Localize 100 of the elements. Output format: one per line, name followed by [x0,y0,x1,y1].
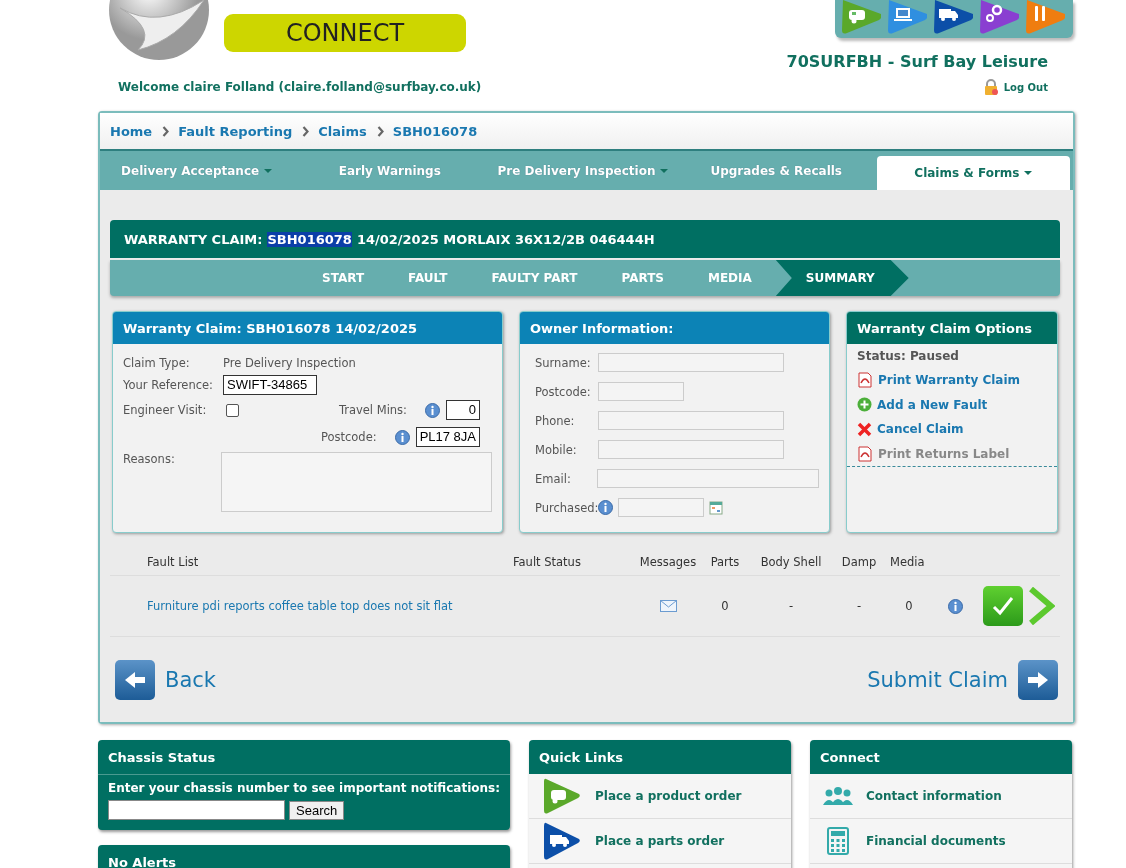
nav-tab[interactable]: Pre Delivery Inspection [486,151,680,190]
column-header: Body Shell [759,555,823,569]
arrow-right-icon [1026,670,1050,690]
claim-label: WARRANTY CLAIM: [124,231,263,247]
laptop-app-icon[interactable] [887,0,927,34]
panel-title: Chassis Status [98,740,510,775]
chevron-icon [162,125,171,137]
confirm-button[interactable] [983,586,1023,626]
input-field[interactable]: SWIFT-34865 [223,375,317,395]
back-button[interactable]: Back [115,660,216,700]
info-icon[interactable] [394,429,410,445]
tools-app-icon[interactable] [1025,0,1065,34]
step-tab[interactable]: FAULT [386,260,470,296]
card-title: Owner Information: [520,312,829,344]
nav-tab[interactable]: Early Warnings [293,151,487,190]
column-header: Media [889,555,926,569]
pdf-icon [857,445,873,462]
padlock-icon [982,79,999,95]
nav-tab[interactable]: Claims & Forms [876,156,1070,190]
quick-link[interactable]: Place a parts order [529,819,791,864]
check-icon [992,596,1014,616]
breadcrumb-link[interactable]: Home [110,123,153,139]
envelope-icon[interactable] [659,600,677,612]
prompt-text: Enter your chassis number to see important notifications: [107,780,502,797]
chevron-icon [302,125,311,137]
chevron-right-icon[interactable] [1027,587,1055,625]
submit-button[interactable]: Submit Claim [867,660,1058,700]
date-field[interactable] [618,498,704,517]
gears-app-icon[interactable] [979,0,1019,34]
claim-number: SBH016078 [267,231,352,247]
option-link[interactable]: Print Warranty Claim [857,368,1047,393]
step-tab[interactable]: START [300,260,387,296]
info-icon[interactable] [425,402,440,418]
dealer-name: 70SURFBH - Surf Bay Leisure [786,52,1048,71]
input-field[interactable] [598,411,784,430]
breadcrumb-link[interactable]: SBH016078 [392,123,478,139]
column-header: Fault Status [513,555,582,569]
input-field[interactable] [598,440,784,459]
input-field[interactable] [596,469,819,488]
chassis-field[interactable] [108,800,285,820]
logo-emblem-icon [108,0,210,61]
field-value: Pre Delivery Inspection [223,356,356,370]
column-header: Damp [840,555,878,569]
search-button[interactable]: Search [289,800,345,820]
logout-link[interactable]: Log Out [982,79,1048,95]
caravan-app-icon[interactable] [841,0,881,34]
truck-app-icon[interactable] [933,0,973,34]
field-label: Engineer Visit: [123,403,208,417]
breadcrumb-link[interactable]: Fault Reporting [178,123,293,139]
input-field[interactable]: 0 [446,400,480,420]
pdf-icon [857,372,873,389]
panel-title: Quick Links [529,740,791,774]
add-icon [857,397,872,413]
step-tab[interactable]: MEDIA [686,260,774,296]
card-title: Warranty Claim Options [847,312,1057,344]
quick-link[interactable]: Place a product order [529,774,791,819]
logo-badge: CONNECT [224,14,466,52]
field-label: Reasons: [123,452,176,466]
people-icon [822,785,854,807]
cross-icon [857,421,872,437]
calendar-icon[interactable] [709,500,723,515]
arrow-left-icon [123,670,147,690]
field-label: Claim Type: [123,356,191,370]
info-icon[interactable] [947,598,963,614]
checkbox[interactable] [226,403,239,417]
step-tab[interactable]: FAULTY PART [469,260,600,296]
nav-tab[interactable]: Delivery Acceptance [100,151,294,190]
panel-title: Connect [810,740,1072,774]
field-label: Postcode: [320,430,377,444]
truck-icon [543,821,581,861]
step-tab[interactable]: PARTS [599,260,686,296]
table-cell-text: - [787,599,795,613]
nav-tab[interactable]: Upgrades & Recalls [679,151,873,190]
column-header: Parts [709,555,741,569]
calculator-icon [827,827,849,855]
breadcrumb-link[interactable]: Claims [318,123,367,139]
table-cell-text: 0 [720,599,730,613]
column-header: Fault List [147,555,200,569]
quick-link[interactable]: Financial documents [810,819,1072,864]
field-label: Mobile: [535,442,578,457]
input-field[interactable] [598,382,684,401]
option-link[interactable]: Cancel Claim [857,417,1047,442]
table-cell-text: 0 [904,599,914,613]
step-tab[interactable]: SUMMARY [775,260,909,296]
field-label: Email: [535,471,572,486]
field-label: Travel Mins: [338,403,407,417]
input-field[interactable]: PL17 8JA [415,427,480,447]
caravan-icon [543,777,581,815]
field-label: Your Reference: [123,378,214,392]
card-title: Warranty Claim: SBH016078 14/02/2025 [113,312,502,344]
claim-details: 14/02/2025 MORLAIX 36X12/2B 046444H [356,231,655,247]
table-cell-text: - [855,599,863,613]
input-field[interactable] [598,353,784,372]
fault-link[interactable]: Furniture pdi reports coffee table top does not sit flat [147,599,513,613]
quick-link[interactable]: Contact information [810,774,1072,819]
field-label: Postcode: [535,384,592,399]
column-header: Messages [638,555,698,569]
info-icon[interactable] [598,500,613,515]
option-link[interactable]: Add a New Fault [857,392,1047,417]
panel-title: No Alerts [98,845,510,868]
